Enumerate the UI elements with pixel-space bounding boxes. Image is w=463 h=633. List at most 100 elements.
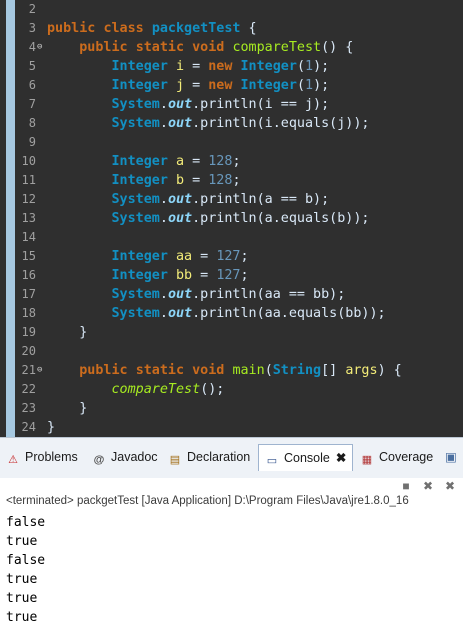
code-text: public class packgetTest { <box>47 19 257 38</box>
code-token: .println(a == b); <box>192 192 330 207</box>
code-token: . <box>159 97 168 112</box>
remove-launch-icon[interactable]: ✖ <box>420 478 436 494</box>
remove-all-icon[interactable]: ✖ <box>442 478 458 494</box>
code-line[interactable]: 15 Integer aa = 127; <box>0 247 463 266</box>
code-line[interactable]: 13 System.out.println(a.equals(b)); <box>0 209 463 228</box>
code-line[interactable]: 7 System.out.println(i == j); <box>0 95 463 114</box>
line-number: 17 <box>21 287 36 301</box>
code-line[interactable]: 21 ⊖ public static void main(String[] arg… <box>0 361 463 380</box>
tab-problems[interactable]: ⚠ Problems <box>6 446 78 468</box>
line-number: 2 <box>28 2 36 16</box>
code-token: public <box>79 363 128 378</box>
tab-declaration[interactable]: ▤ Declaration <box>168 446 250 468</box>
code-line[interactable]: 10 Integer a = 128; <box>0 152 463 171</box>
code-token: System <box>111 116 160 131</box>
console-output[interactable]: false true false true true true <box>6 513 45 627</box>
code-line[interactable]: 23 } <box>0 399 463 418</box>
code-token: public <box>79 40 128 55</box>
code-token: Integer <box>111 173 168 188</box>
code-line[interactable]: 24} <box>0 418 463 437</box>
code-line[interactable]: 5 Integer i = new Integer(1); <box>0 57 463 76</box>
code-line[interactable]: 9 <box>0 133 463 152</box>
code-line[interactable]: 12 System.out.println(a == b); <box>0 190 463 209</box>
code-token: { <box>240 21 257 36</box>
code-token: out <box>167 116 193 131</box>
code-token: b <box>176 173 185 188</box>
code-text: System.out.println(a.equals(b)); <box>47 209 370 228</box>
code-text: System.out.println(i.equals(j)); <box>47 114 370 133</box>
code-token: new <box>208 78 233 93</box>
code-token: 127 <box>216 249 241 264</box>
code-token: . <box>159 287 168 302</box>
code-token: void <box>192 40 225 55</box>
code-token: class <box>103 21 144 36</box>
code-token: out <box>167 306 193 321</box>
code-token: 128 <box>208 173 233 188</box>
code-token: args <box>345 363 378 378</box>
tab-coverage[interactable]: ▦ Coverage <box>360 446 433 468</box>
code-text: } <box>47 323 87 342</box>
terminate-icon[interactable]: ■ <box>398 478 414 494</box>
code-token: static <box>135 40 185 55</box>
code-token: = <box>192 249 217 264</box>
console-output-line: true <box>6 534 38 549</box>
code-text: System.out.println(i == j); <box>47 95 330 114</box>
code-line[interactable]: 19 } <box>0 323 463 342</box>
code-token: .println(i.equals(j)); <box>192 116 370 131</box>
view-menu-icon[interactable]: ▣ <box>445 446 457 468</box>
code-token: ( <box>296 78 305 93</box>
code-line[interactable]: 16 Integer bb = 127; <box>0 266 463 285</box>
code-token: System <box>111 192 160 207</box>
code-line[interactable]: 11 Integer b = 128; <box>0 171 463 190</box>
line-number: 10 <box>21 154 36 168</box>
code-line[interactable]: 17 System.out.println(aa == bb); <box>0 285 463 304</box>
code-token: ; <box>232 154 241 169</box>
code-text: System.out.println(aa.equals(bb)); <box>47 304 386 323</box>
code-line[interactable]: 4 ⊖ public static void compareTest() { <box>0 38 463 57</box>
code-token: (); <box>200 382 225 397</box>
code-token: ( <box>264 363 273 378</box>
code-text: public static void main(String[] args) { <box>47 361 402 380</box>
code-line[interactable]: 8 System.out.println(i.equals(j)); <box>0 114 463 133</box>
line-number: 19 <box>21 325 36 339</box>
code-line[interactable]: 3 public class packgetTest { <box>0 19 463 38</box>
tab-javadoc[interactable]: @ Javadoc <box>92 446 158 468</box>
code-token: a <box>176 154 185 169</box>
code-token: . <box>159 211 168 226</box>
code-line[interactable]: 22 compareTest(); <box>0 380 463 399</box>
code-line[interactable]: 18 System.out.println(aa.equals(bb)); <box>0 304 463 323</box>
fold-toggle-icon[interactable]: ⊖ <box>37 361 42 380</box>
code-token: ); <box>313 59 330 74</box>
tab-console[interactable]: ▭ Console ✖ <box>258 444 354 471</box>
javadoc-icon: @ <box>93 454 105 466</box>
code-token: ; <box>232 173 241 188</box>
fold-toggle-icon[interactable]: ⊖ <box>37 38 42 57</box>
code-editor[interactable]: 2 3 public class packgetTest {4 ⊖ public st… <box>0 0 463 437</box>
code-token: public <box>47 21 96 36</box>
tab-console-label: Console <box>284 451 330 465</box>
code-line[interactable]: 14 <box>0 228 463 247</box>
code-line[interactable]: 20 <box>0 342 463 361</box>
code-token: Integer <box>111 249 168 264</box>
close-icon[interactable]: ✖ <box>336 451 346 465</box>
code-line[interactable]: 6 Integer j = new Integer(1); <box>0 76 463 95</box>
tab-declaration-label: Declaration <box>187 450 251 464</box>
line-number: 6 <box>28 78 36 92</box>
code-token: out <box>167 97 193 112</box>
code-line[interactable]: 2 <box>0 0 463 19</box>
